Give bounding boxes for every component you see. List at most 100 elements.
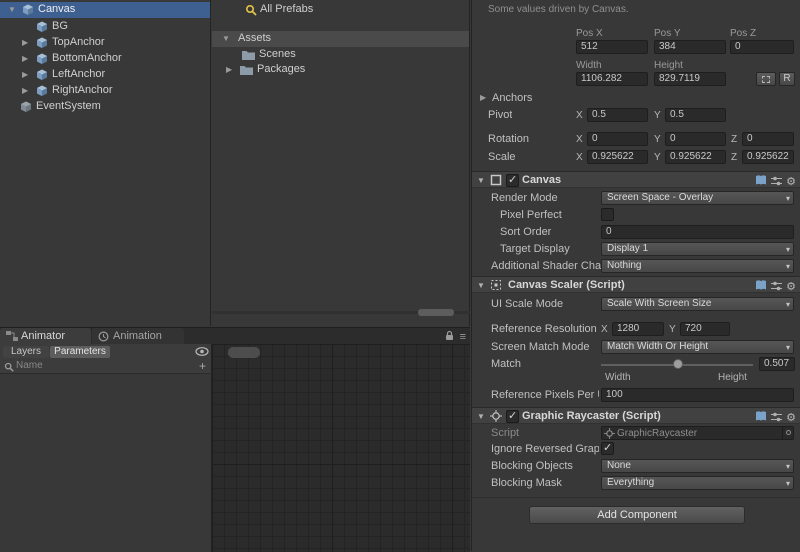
match-value-field[interactable]: 0.507 — [759, 357, 795, 371]
parameter-search-field[interactable]: Name + — [0, 359, 212, 374]
ignore-reversed-checkbox[interactable]: ✓ — [601, 442, 614, 455]
width-field[interactable]: 1106.282 — [576, 72, 648, 86]
folder-label: Assets — [238, 32, 272, 44]
canvas-enabled-checkbox[interactable]: ✓ — [506, 174, 519, 187]
ui-scale-mode-dropdown[interactable]: Scale With Screen Size ▾ — [601, 297, 794, 311]
size-fields-row: 1106.282 829.7119 R — [472, 71, 800, 87]
scale-y-field[interactable]: 0.925622 — [665, 150, 726, 164]
gameobject-cube-icon — [36, 85, 48, 100]
match-slider-thumb[interactable] — [673, 359, 683, 369]
search-placeholder: Name — [16, 360, 43, 371]
tab-label: Animation — [113, 330, 162, 342]
help-book-icon[interactable] — [755, 280, 767, 294]
reference-resolution-y-field[interactable]: 720 — [680, 322, 730, 336]
foldout-closed-icon[interactable]: ▶ — [22, 87, 28, 95]
favorite-all-prefabs[interactable]: All Prefabs — [212, 2, 469, 18]
graphic-raycaster-component-header[interactable]: ▼ ✓ Graphic Raycaster (Script) ⚙ — [472, 407, 800, 424]
folder-label: Scenes — [259, 48, 296, 60]
canvas-component-header[interactable]: ▼ ✓ Canvas ⚙ — [472, 171, 800, 188]
additional-shader-row: Additional Shader Cha Nothing ▾ — [472, 258, 800, 274]
match-sublabels-row: Width Height — [472, 370, 800, 386]
preset-icon[interactable] — [771, 176, 783, 189]
script-row: Script GraphicRaycaster — [472, 425, 800, 441]
hierarchy-item-topanchor[interactable]: ▶ TopAnchor — [0, 35, 210, 51]
object-picker-icon[interactable] — [782, 427, 793, 439]
project-folder-packages[interactable]: ▶ Packages — [212, 62, 469, 78]
target-display-dropdown[interactable]: Display 1 ▾ — [601, 242, 794, 256]
hierarchy-item-bottomanchor[interactable]: ▶ BottomAnchor — [0, 51, 210, 67]
animator-graph-grid[interactable] — [212, 344, 470, 552]
pivot-y-field[interactable]: 0.5 — [665, 108, 726, 122]
help-book-icon[interactable] — [755, 411, 767, 425]
parameters-button[interactable]: Parameters — [50, 346, 110, 358]
reference-ppu-row: Reference Pixels Per U 100 — [472, 387, 800, 403]
tab-animator[interactable]: Animator — [0, 328, 91, 344]
anchors-row[interactable]: ▶ Anchors — [472, 90, 800, 106]
foldout-open-icon[interactable]: ▼ — [477, 177, 485, 185]
foldout-open-icon[interactable]: ▼ — [477, 282, 485, 290]
blocking-objects-dropdown[interactable]: None ▾ — [601, 459, 794, 473]
chevron-down-icon: ▾ — [785, 194, 790, 203]
render-mode-dropdown[interactable]: Screen Space - Overlay ▾ — [601, 191, 794, 205]
script-object-field[interactable]: GraphicRaycaster — [601, 426, 794, 440]
scale-label: Scale — [488, 151, 516, 163]
help-book-icon[interactable] — [755, 175, 767, 189]
height-field[interactable]: 829.7119 — [654, 72, 726, 86]
pos-fields-row: 512 384 0 — [472, 39, 800, 55]
add-component-button[interactable]: Add Component — [529, 506, 745, 524]
pos-y-field[interactable]: 384 — [654, 40, 726, 54]
foldout-open-icon[interactable]: ▼ — [222, 35, 230, 43]
pos-z-field[interactable]: 0 — [730, 40, 794, 54]
foldout-open-icon[interactable]: ▼ — [477, 413, 485, 421]
eye-icon[interactable] — [195, 347, 209, 359]
gear-icon[interactable]: ⚙ — [786, 412, 796, 424]
project-folder-assets[interactable]: ▼ Assets — [212, 31, 469, 47]
foldout-closed-icon[interactable]: ▶ — [480, 94, 486, 102]
graph-scrollbar-thumb[interactable] — [228, 347, 260, 358]
additional-shader-dropdown[interactable]: Nothing ▾ — [601, 259, 794, 273]
y-axis-label: Y — [654, 152, 661, 163]
scale-x-field[interactable]: 0.925622 — [587, 150, 648, 164]
pixel-perfect-checkbox[interactable] — [601, 208, 614, 221]
hierarchy-item-bg[interactable]: BG — [0, 19, 210, 35]
blocking-objects-label: Blocking Objects — [491, 460, 573, 472]
rotation-y-field[interactable]: 0 — [665, 132, 726, 146]
foldout-open-icon[interactable]: ▼ — [8, 6, 16, 14]
foldout-closed-icon[interactable]: ▶ — [226, 66, 232, 74]
foldout-closed-icon[interactable]: ▶ — [22, 71, 28, 79]
add-parameter-button[interactable]: + — [199, 359, 206, 373]
screen-match-mode-dropdown[interactable]: Match Width Or Height ▾ — [601, 340, 794, 354]
canvas-scaler-component-header[interactable]: ▼ Canvas Scaler (Script) ⚙ — [472, 276, 800, 293]
hierarchy-item-leftanchor[interactable]: ▶ LeftAnchor — [0, 67, 210, 83]
hierarchy-item-eventsystem[interactable]: EventSystem — [0, 99, 210, 115]
horizontal-scrollbar-thumb[interactable] — [418, 309, 454, 316]
foldout-closed-icon[interactable]: ▶ — [22, 55, 28, 63]
hierarchy-item-canvas[interactable]: ▼ Canvas — [0, 2, 210, 18]
blocking-mask-dropdown[interactable]: Everything ▾ — [601, 476, 794, 490]
reference-resolution-x-field[interactable]: 1280 — [612, 322, 664, 336]
rotation-z-field[interactable]: 0 — [742, 132, 794, 146]
blueprint-mode-button[interactable] — [756, 72, 776, 86]
tab-animation[interactable]: Animation — [92, 328, 184, 344]
pivot-x-field[interactable]: 0.5 — [587, 108, 648, 122]
layers-button[interactable]: Layers — [3, 346, 49, 358]
preset-icon[interactable] — [771, 281, 783, 294]
pos-x-field[interactable]: 512 — [576, 40, 648, 54]
reference-ppu-field[interactable]: 100 — [601, 388, 794, 402]
graphic-raycaster-enabled-checkbox[interactable]: ✓ — [506, 410, 519, 423]
preset-icon[interactable] — [771, 412, 783, 425]
lock-icon[interactable] — [445, 330, 454, 344]
project-folder-scenes[interactable]: Scenes — [212, 47, 469, 63]
hierarchy-item-label: TopAnchor — [52, 36, 105, 48]
hierarchy-item-rightanchor[interactable]: ▶ RightAnchor — [0, 83, 210, 99]
favorite-label: All Prefabs — [260, 3, 314, 15]
raw-edit-mode-button[interactable]: R — [779, 72, 795, 86]
window-menu-icon[interactable]: ≡ — [460, 331, 466, 343]
hierarchy-item-label: Canvas — [38, 3, 76, 15]
gear-icon[interactable]: ⚙ — [786, 176, 796, 188]
rotation-x-field[interactable]: 0 — [587, 132, 648, 146]
sort-order-field[interactable]: 0 — [601, 225, 794, 239]
foldout-closed-icon[interactable]: ▶ — [22, 39, 28, 47]
gear-icon[interactable]: ⚙ — [786, 281, 796, 293]
scale-z-field[interactable]: 0.925622 — [742, 150, 794, 164]
